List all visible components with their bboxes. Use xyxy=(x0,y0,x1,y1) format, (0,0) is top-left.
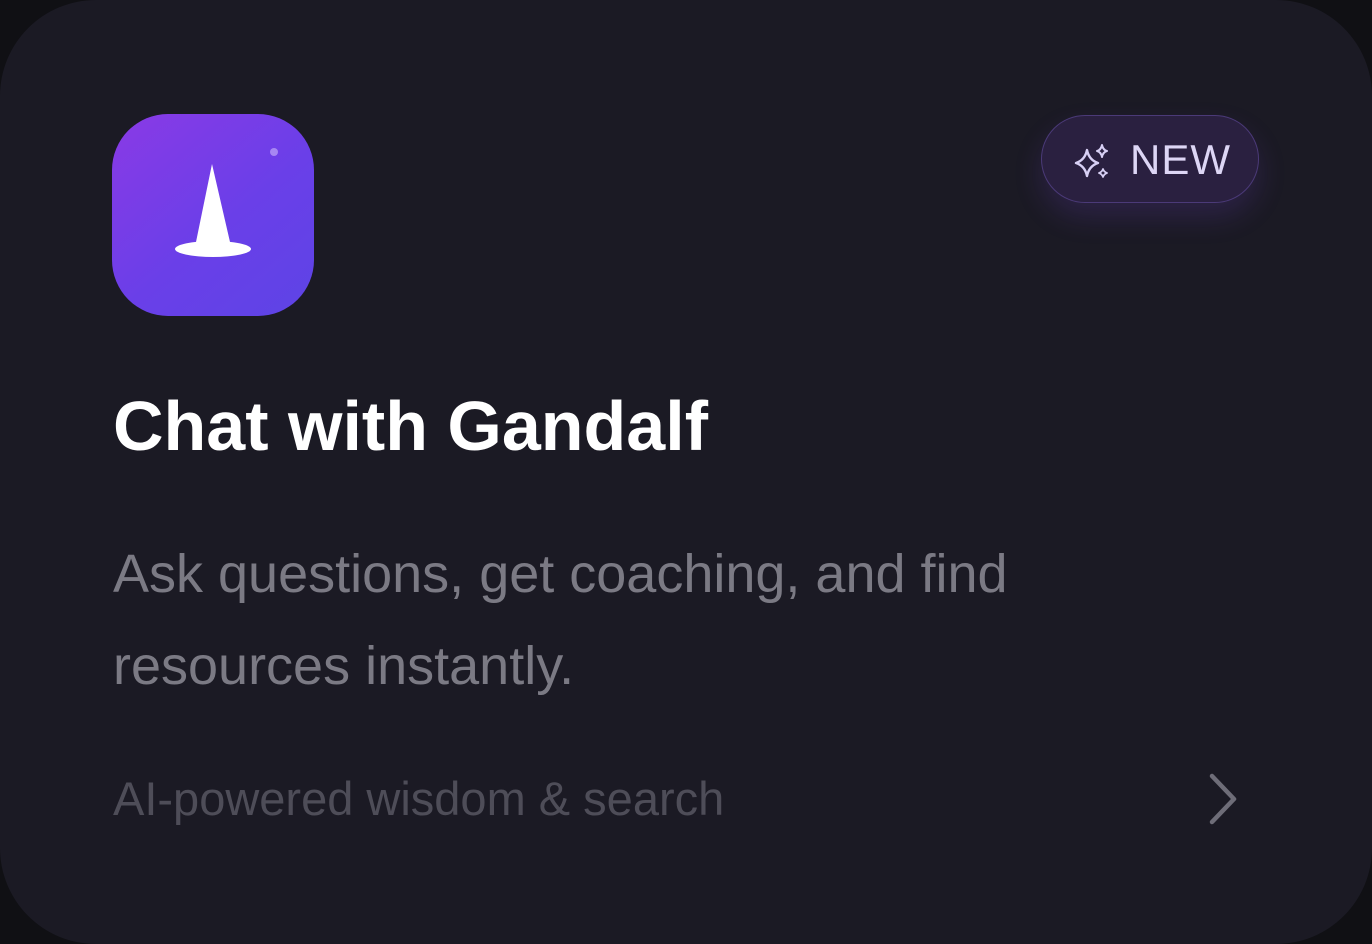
badge-label: NEW xyxy=(1130,136,1231,183)
card-footer-text: AI-powered wisdom & search xyxy=(113,772,725,825)
card-title: Chat with Gandalf xyxy=(113,387,708,465)
sparkles-icon xyxy=(1072,142,1112,182)
wizard-hat-icon xyxy=(112,114,314,316)
new-badge: NEW xyxy=(1041,115,1259,203)
chevron-right-icon[interactable] xyxy=(1196,770,1250,828)
card-description: Ask questions, get coaching, and find re… xyxy=(113,544,1008,696)
feature-card[interactable]: NEW Chat with Gandalf Ask questions, get… xyxy=(0,0,1372,944)
